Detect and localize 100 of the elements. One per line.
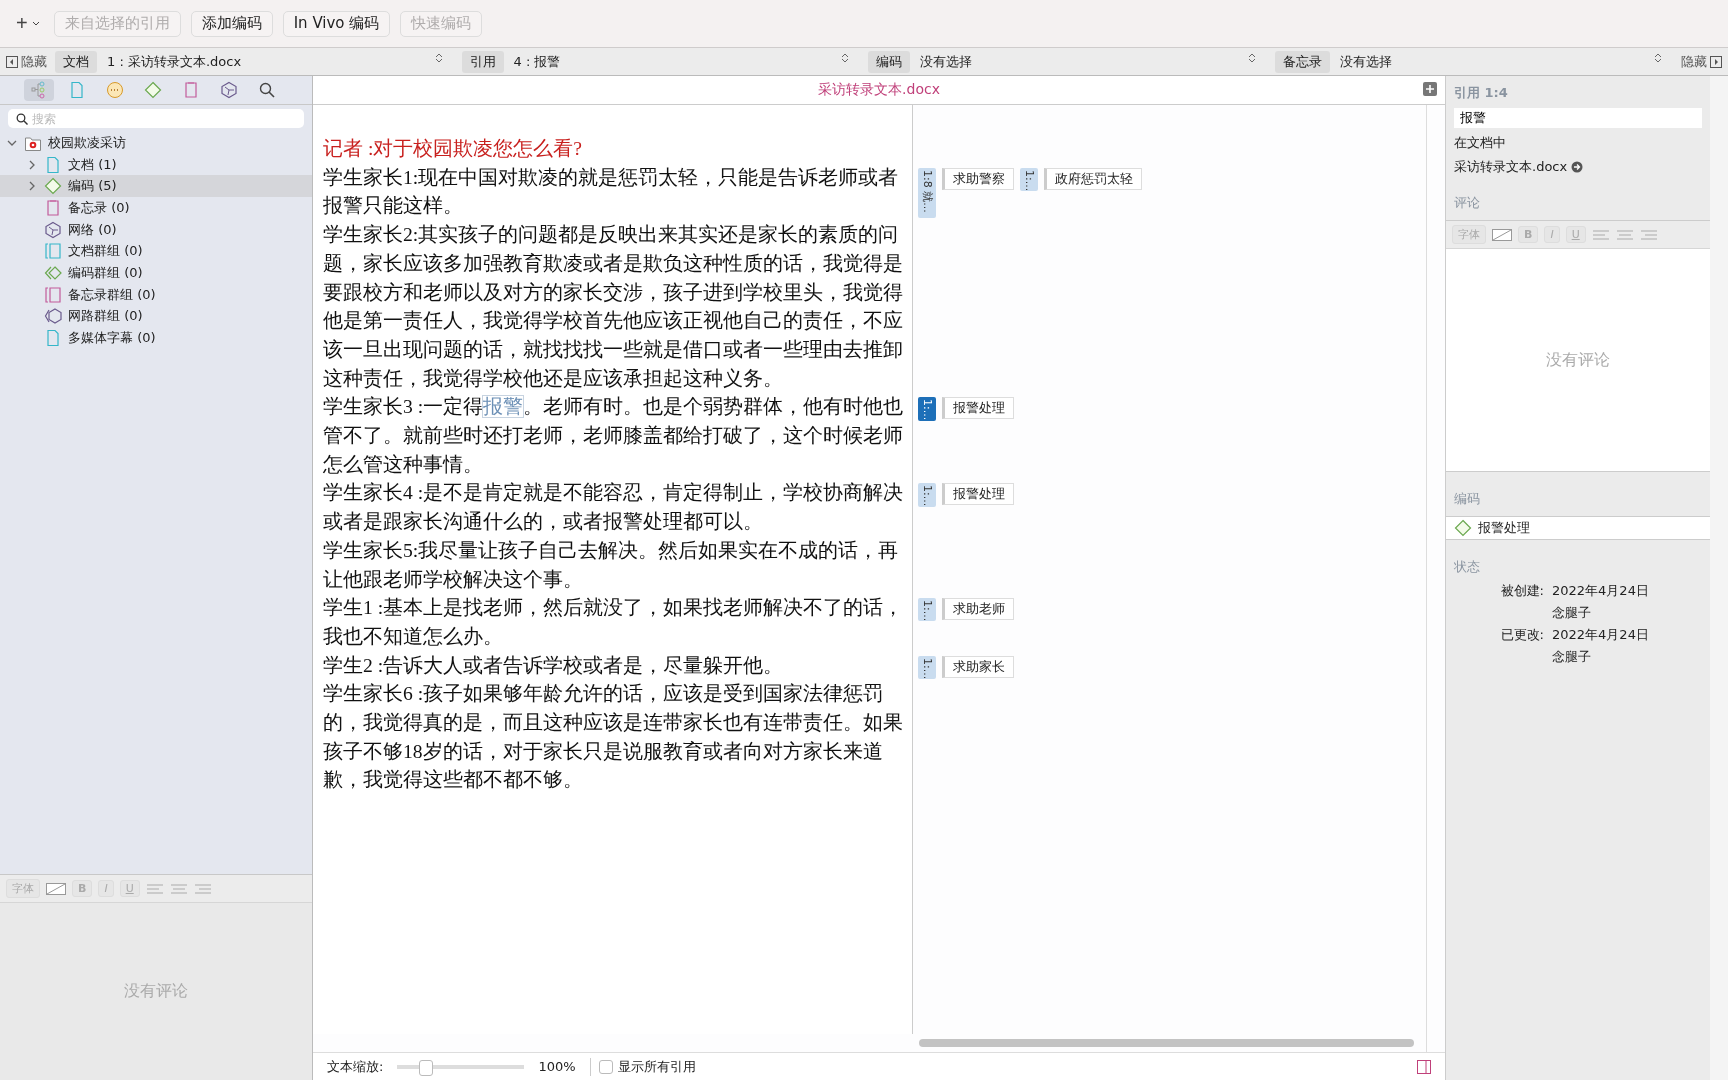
empty-comment-note: 没有评论	[1545, 348, 1611, 371]
show-all-checkbox[interactable]: 显示所有引用	[589, 1057, 696, 1076]
document-icon	[44, 329, 62, 348]
code-tag[interactable]: 求助家长	[942, 655, 1014, 678]
transcript-paragraph: 学生家长6 :孩子如果够年龄允许的话，应该是受到国家法律惩罚的，我觉得真的是，而且这种应该是连带家长也有连带责任。如果孩子不够18岁的话，对于家长只是说服教育或者向对方家长来道歉，我觉得这些都不都不够。	[322, 682, 904, 793]
selector-label: 编码	[868, 50, 910, 73]
tree-item[interactable]: 文档群组 (0)	[0, 240, 312, 263]
sidebar-toggle-icon	[6, 55, 18, 68]
transcript-paragraph: 学生1 :基本上是找老师，然后就没了，如果找老师解决不了的话，我也不知道怎么办。	[322, 596, 905, 649]
transcript-paragraph: 学生家长5:我尽量让孩子自己去解决。然后如果实在不成的话，再让他跟老师学校解决这个事。	[322, 538, 900, 592]
transcript-paragraph: 学生家长3 :一定得报警。老师有时。也是个弱势群体，他有时他也管不了。就前些时还打老师，老师膝盖都给打破了，这个时候老师怎么管这种事情。	[322, 395, 905, 477]
code-tag[interactable]: 报警处理	[942, 483, 1014, 506]
name-field[interactable]: 报警	[1454, 108, 1702, 128]
tree-item[interactable]: 网路群组 (0)	[0, 305, 312, 328]
tree-item[interactable]: 编码群组 (0)	[0, 262, 312, 284]
add-menu-button[interactable]: +	[12, 12, 44, 35]
hide-inspector-button[interactable]: 隐藏	[1681, 52, 1722, 71]
status-user: 念腿子	[1552, 648, 1592, 666]
search-icon	[258, 81, 276, 99]
status-label: 被创建:	[1499, 582, 1544, 600]
caret-icon	[31, 20, 40, 27]
section-heading: 编码	[1454, 490, 1481, 508]
disclosure-icon[interactable]	[27, 181, 37, 192]
section-heading: 评论	[1454, 194, 1481, 212]
quote-icon	[106, 81, 124, 99]
zoom-value: 100%	[538, 1059, 576, 1074]
tree-item[interactable]: 备忘录群组 (0)	[0, 283, 312, 306]
code-tag[interactable]: 政府惩罚太轻	[1044, 167, 1142, 190]
toolbar-button[interactable]: In Vivo 编码	[282, 10, 391, 37]
quotation-marker[interactable]: 1:...	[918, 598, 936, 622]
empty-comment-note: 没有评论	[123, 980, 189, 1002]
code-tag[interactable]: 求助警察	[942, 167, 1014, 190]
selector-label: 文档	[55, 50, 97, 73]
memo-icon	[44, 198, 62, 217]
disclosure-icon[interactable]	[27, 159, 37, 170]
toolbar-button[interactable]: 添加编码	[190, 10, 273, 37]
diamond-icon	[1454, 519, 1472, 537]
hexagon-icon	[220, 81, 238, 99]
inspector-header: 引用 1:4	[1454, 84, 1509, 102]
in-document-label: 在文档中	[1454, 134, 1507, 152]
search-field[interactable]: 搜索	[8, 109, 304, 128]
memo-icon	[182, 81, 200, 99]
tree-item[interactable]: 编码 (5)	[0, 175, 312, 198]
align-icon[interactable]	[193, 883, 212, 894]
quotation-marker[interactable]: 1:...	[918, 397, 936, 421]
code-item[interactable]: 报警处理	[1446, 516, 1710, 540]
align-icon[interactable]	[1591, 229, 1610, 240]
color-swatch-icon[interactable]	[46, 882, 66, 895]
scrollbar-thumb[interactable]	[919, 1039, 1414, 1047]
sidebar-toggle-icon	[1710, 55, 1722, 68]
hexagon-icon	[44, 220, 62, 239]
zoom-label: 文本缩放:	[327, 1057, 384, 1076]
selector-dropdown[interactable]: 没有选择	[920, 52, 1267, 71]
transcript-paragraph: 记者 :对于校园欺凌您怎么看?	[322, 137, 584, 161]
document-icon	[68, 81, 86, 99]
plus-icon	[1426, 85, 1434, 93]
tree-icon	[30, 81, 48, 99]
align-icon[interactable]	[1639, 229, 1658, 240]
quotation-marker[interactable]: 1:...	[918, 655, 936, 679]
tree-item[interactable]: 备忘录 (0)	[0, 197, 312, 219]
code-tag[interactable]: 报警处理	[942, 397, 1014, 420]
quotation-marker[interactable]: 1:8 就...	[918, 167, 936, 218]
color-swatch-icon[interactable]	[1492, 228, 1512, 241]
selector-dropdown[interactable]: 4 : 报警	[513, 52, 860, 71]
search-icon	[16, 113, 28, 125]
tree-item[interactable]: 网络 (0)	[0, 218, 312, 241]
status-date: 2022年4月24日	[1552, 626, 1650, 644]
selector-label: 引用	[461, 50, 504, 73]
document-icon	[44, 155, 62, 174]
transcript-paragraph: 学生2 :告诉大人或者告诉学校或者是，尽量躲开他。	[322, 653, 785, 678]
stepper-icon	[435, 52, 442, 63]
status-user: 念腿子	[1552, 604, 1592, 622]
status-date: 2022年4月24日	[1552, 582, 1650, 600]
status-label: 已更改:	[1499, 626, 1544, 644]
document-group-icon	[44, 242, 62, 261]
stepper-icon	[1248, 52, 1255, 63]
transcript-paragraph: 学生家长2:其实孩子的问题都是反映出来其实还是家长的素质的问题，家长应该多加强教育欺凌或者是欺负这种性质的话，我觉得是要跟校方和老师以及对方的家长交涉，孩子进到学校里头，我觉得他是第一责任人，我觉得学校首先他应该正视他自己的责任，不应该一旦出现问题的话，就找找找一些就是借口或者一些理由去推卸这种责任，我觉得学校他还是应该承担起这种义务。	[322, 223, 904, 391]
arrow-circle-icon	[1571, 161, 1584, 173]
memo-group-icon	[44, 285, 62, 304]
transcript-paragraph: 学生家长4 :是不是肯定就是不能容忍，肯定得制止，学校协商解决或者是跟家长沟通什么的，或者报警处理都可以。	[322, 481, 905, 535]
diamond-icon	[144, 81, 162, 99]
transcript-paragraph: 学生家长1:现在中国对欺凌的就是惩罚太轻，只能是告诉老师或者报警只能这样。	[322, 165, 900, 219]
slider-thumb[interactable]	[419, 1059, 434, 1076]
quotation-marker[interactable]: 1:...	[918, 483, 936, 507]
selector-dropdown[interactable]: 没有选择	[1339, 52, 1673, 71]
tree-item[interactable]: 文档 (1)	[0, 153, 312, 176]
tree-item[interactable]: 多媒体字幕 (0)	[0, 327, 312, 349]
hexagon-group-icon	[44, 307, 62, 326]
align-icon[interactable]	[1615, 229, 1634, 240]
hide-sidebar-button[interactable]: 隐藏	[6, 52, 47, 71]
panel-icon[interactable]	[1417, 1059, 1431, 1074]
document-title: 采访转录文本.docx	[818, 81, 940, 99]
align-icon[interactable]	[169, 883, 188, 894]
tree-item[interactable]: 校园欺凌采访	[0, 132, 312, 154]
align-icon[interactable]	[145, 883, 164, 894]
quotation-marker[interactable]: 1:...	[1020, 167, 1038, 191]
code-tag[interactable]: 求助老师	[942, 598, 1014, 621]
add-button[interactable]	[1423, 82, 1437, 96]
selector-dropdown[interactable]: 1 : 采访转录文本.docx	[107, 52, 454, 71]
document-link[interactable]: 采访转录文本.docx	[1454, 158, 1702, 176]
